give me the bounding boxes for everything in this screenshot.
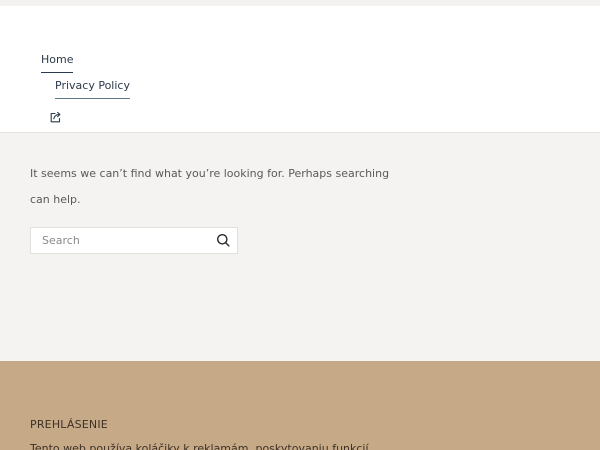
not-found-message: It seems we can’t find what you’re looki…	[30, 167, 390, 206]
nav-home-link[interactable]: Home	[41, 53, 74, 73]
site-footer: PREHLÁSENIE Tento web používa koláčiky k…	[0, 361, 600, 450]
search-button[interactable]	[216, 233, 231, 248]
search-input[interactable]	[31, 228, 218, 253]
footer-heading: PREHLÁSENIE	[30, 418, 108, 431]
site-header: Home Privacy Policy	[0, 6, 600, 133]
share-icon[interactable]	[49, 109, 63, 123]
nav-privacy-policy-link[interactable]: Privacy Policy	[55, 79, 130, 99]
footer-disclaimer-text: Tento web používa koláčiky k reklamám, p…	[30, 442, 369, 450]
search-icon	[217, 234, 230, 247]
search-form	[30, 227, 238, 254]
